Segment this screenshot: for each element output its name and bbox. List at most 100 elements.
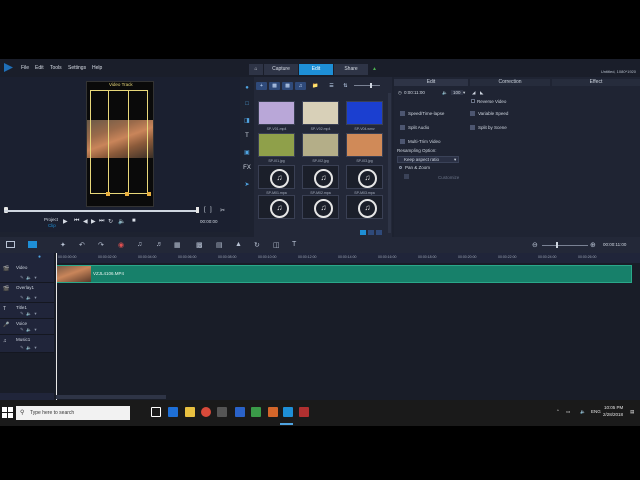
task-view-icon[interactable]: [151, 407, 161, 417]
track-options-icon[interactable]: ●: [38, 254, 41, 260]
menu-settings[interactable]: Settings: [68, 65, 86, 71]
clock-date[interactable]: 2/28/2018: [603, 412, 623, 417]
show-audio-icon[interactable]: ♫: [295, 82, 306, 90]
media-thumbnail[interactable]: [346, 101, 383, 125]
media-thumbnail[interactable]: [258, 195, 295, 219]
taskbar-search[interactable]: ⚲ Type here to search: [16, 406, 130, 420]
split-icon[interactable]: ✂: [220, 207, 225, 214]
track-controls[interactable]: ✎ 🔈 ▾: [20, 345, 37, 351]
customize-button[interactable]: Customize: [438, 175, 459, 180]
reverse-video-checkbox[interactable]: [471, 99, 475, 103]
view-list-icon[interactable]: [368, 230, 374, 235]
time-ruler[interactable]: 00:00:00:00 00:00:02:00 00:00:04:00 00:00:0…: [56, 253, 640, 263]
track-header[interactable]: 🎬 Overlay1 ✎ 🔈 ▾: [0, 283, 54, 303]
fade-out-icon[interactable]: ◣: [480, 90, 483, 96]
track-header[interactable]: ♫ Music1 ✎ 🔈 ▾: [0, 335, 54, 353]
zoom-in-icon[interactable]: ⊕: [590, 241, 596, 249]
menu-file[interactable]: File: [21, 65, 29, 71]
file-explorer-icon[interactable]: [185, 407, 195, 417]
resampling-select[interactable]: Keep aspect ratio ▾: [397, 156, 459, 163]
timeline-timecode[interactable]: 00:00:11:00: [603, 242, 626, 247]
tab-options-edit[interactable]: Edit: [394, 79, 468, 86]
clock-time[interactable]: 10:05 PM: [604, 405, 623, 410]
transition-icon[interactable]: ◨: [243, 117, 251, 124]
media-thumbnail[interactable]: [302, 101, 339, 125]
crop-handle[interactable]: [106, 192, 110, 196]
end-icon[interactable]: ⏭: [99, 218, 104, 225]
record-icon[interactable]: ◉: [118, 241, 124, 249]
track-controls[interactable]: ✎ 🔈 ▾: [20, 295, 37, 301]
add-folder-icon[interactable]: +: [256, 82, 267, 90]
media-thumbnail[interactable]: [302, 195, 339, 219]
filter-icon[interactable]: FX: [243, 165, 251, 172]
multi-camera-icon[interactable]: ▤: [216, 241, 223, 249]
library-scrollbar[interactable]: [388, 93, 391, 233]
calculator-icon[interactable]: [217, 407, 227, 417]
menu-tools[interactable]: Tools: [50, 65, 62, 71]
show-videos-icon[interactable]: ▩: [269, 82, 280, 90]
mark-in-icon[interactable]: [: [204, 207, 206, 213]
language-indicator[interactable]: ENG: [591, 409, 601, 414]
tab-options-effect[interactable]: Effect: [552, 79, 640, 86]
timeline-view-icon[interactable]: [28, 241, 37, 248]
loop-icon[interactable]: ↻: [254, 241, 260, 249]
zoom-slider[interactable]: [354, 85, 380, 86]
split-audio-button[interactable]: Split Audio: [408, 125, 429, 130]
media-thumbnail[interactable]: [258, 133, 295, 157]
motion-tracking-icon[interactable]: ▦: [174, 241, 181, 249]
volume-icon[interactable]: 🔈: [442, 90, 448, 96]
word-icon[interactable]: [235, 407, 245, 417]
media-thumbnail[interactable]: [258, 165, 295, 189]
multi-trim-button[interactable]: Multi-Trim Video: [408, 139, 441, 144]
track-manager-icon[interactable]: ✦: [60, 241, 66, 249]
track-header[interactable]: 🎤 Voice ✎ 🔈 ▾: [0, 319, 54, 335]
tab-options-correction[interactable]: Correction: [470, 79, 550, 86]
chrome-icon[interactable]: [201, 407, 211, 417]
media-thumbnail[interactable]: [302, 133, 339, 157]
player-timecode[interactable]: 00:00:00: [200, 219, 218, 224]
media-thumbnail[interactable]: [346, 195, 383, 219]
storyboard-view-icon[interactable]: [6, 241, 15, 248]
pan-zoom-radio[interactable]: [399, 166, 402, 169]
path-icon[interactable]: ➤: [243, 181, 251, 188]
options-icon[interactable]: [376, 230, 382, 235]
repeat-icon[interactable]: ↻: [108, 218, 113, 225]
tab-capture[interactable]: Capture: [264, 64, 298, 75]
home-tab[interactable]: ⌂: [249, 64, 263, 75]
playhead[interactable]: [56, 253, 57, 400]
import-icon[interactable]: 📁: [310, 82, 321, 90]
scrubber-bar[interactable]: [4, 210, 198, 212]
variable-speed-button[interactable]: Variable Speed: [478, 111, 508, 116]
view-thumb-icon[interactable]: [360, 230, 366, 235]
play-icon[interactable]: ▶: [63, 218, 68, 225]
show-photos-icon[interactable]: ▩: [282, 82, 293, 90]
video-clip[interactable]: VZJL4106.MP4: [56, 265, 632, 283]
media-thumbnail[interactable]: [346, 165, 383, 189]
scrubber-end[interactable]: [196, 207, 199, 213]
title-tool-icon[interactable]: T: [292, 241, 296, 248]
next-frame-icon[interactable]: ▶: [91, 218, 96, 225]
timeline-zoom-slider[interactable]: [542, 245, 588, 246]
crop-handle[interactable]: [125, 192, 129, 196]
volume-field[interactable]: 100: [451, 90, 463, 95]
powerpoint-icon[interactable]: [268, 407, 278, 417]
track-controls[interactable]: ✎ 🔈 ▾: [20, 327, 37, 333]
mark-out-icon[interactable]: ]: [210, 207, 212, 213]
edge-icon[interactable]: [168, 407, 178, 417]
media-thumbnail[interactable]: [302, 165, 339, 189]
list-view-icon[interactable]: ☰: [326, 82, 337, 90]
aspect-icon[interactable]: ■: [132, 218, 136, 224]
sound-mixer-icon[interactable]: ♫: [137, 241, 142, 248]
excel-icon[interactable]: [251, 407, 261, 417]
fade-in-icon[interactable]: ◢: [472, 90, 475, 96]
videostudio-icon[interactable]: [283, 407, 293, 417]
track-controls[interactable]: ✎ 🔈 ▾: [20, 311, 37, 317]
track-header[interactable]: T Title1 ✎ 🔈 ▾: [0, 303, 54, 319]
tab-edit[interactable]: Edit: [299, 64, 333, 75]
media-icon[interactable]: ●: [243, 85, 251, 92]
zoom-out-icon[interactable]: ⊖: [532, 241, 538, 249]
mask-icon[interactable]: ▲: [235, 241, 242, 248]
graphics-icon[interactable]: ▣: [243, 149, 251, 156]
media-thumbnail[interactable]: [258, 101, 295, 125]
duration-field[interactable]: 0:00:11:00: [404, 90, 425, 95]
